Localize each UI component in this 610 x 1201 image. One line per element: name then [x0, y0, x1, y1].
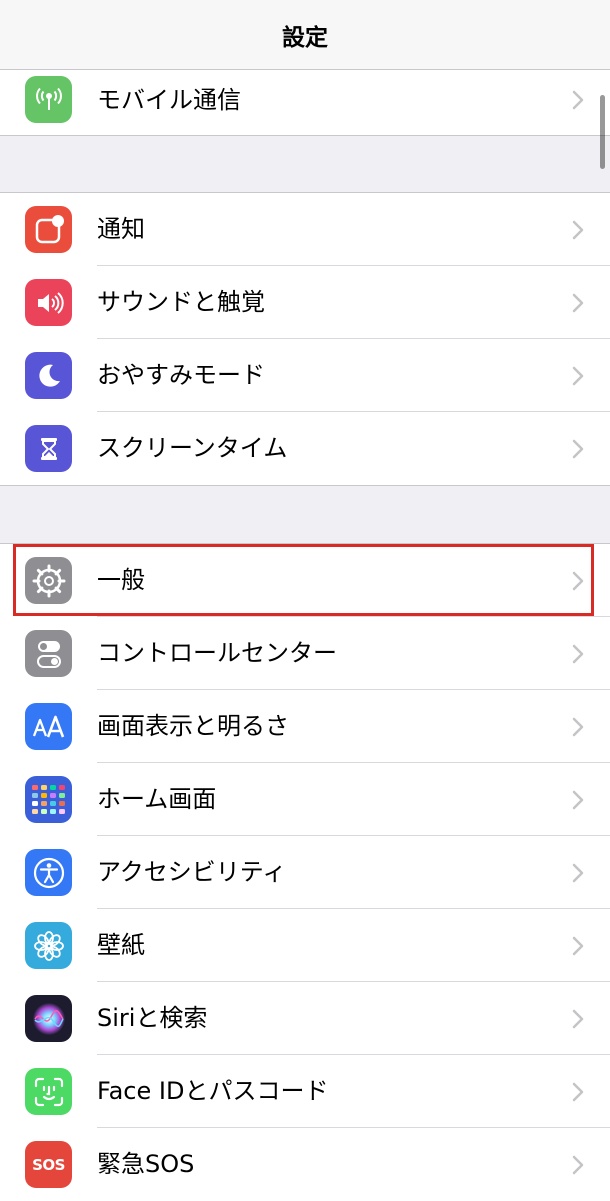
- settings-row-label: 壁紙: [97, 931, 145, 959]
- chevron-right-icon: [572, 790, 584, 810]
- settings-row-label: Face IDとパスコード: [97, 1077, 329, 1105]
- text-size-icon: [25, 703, 72, 750]
- speaker-icon: [25, 279, 72, 326]
- settings-row-label: 通知: [97, 215, 145, 243]
- settings-row-label: ホーム画面: [97, 785, 217, 813]
- settings-row-do-not-disturb[interactable]: おやすみモード: [0, 339, 610, 412]
- flower-icon: [25, 922, 72, 969]
- settings-row-label: おやすみモード: [97, 361, 265, 389]
- settings-row-label: 緊急SOS: [97, 1150, 195, 1178]
- navigation-bar: 設定: [0, 0, 610, 70]
- settings-row-home-screen[interactable]: ホーム画面: [0, 763, 610, 836]
- siri-icon: [25, 995, 72, 1042]
- chevron-right-icon: [572, 936, 584, 956]
- sos-icon-text: SOS: [32, 1155, 65, 1174]
- settings-row-wallpaper[interactable]: 壁紙: [0, 909, 610, 982]
- moon-icon: [25, 352, 72, 399]
- face-id-icon: [25, 1068, 72, 1115]
- settings-row-face-id[interactable]: Face IDとパスコード: [0, 1055, 610, 1128]
- settings-row-notifications[interactable]: 通知: [0, 193, 610, 266]
- chevron-right-icon: [572, 439, 584, 459]
- hourglass-icon: [25, 425, 72, 472]
- gear-icon: [25, 557, 72, 604]
- settings-row-label: 画面表示と明るさ: [97, 712, 289, 740]
- settings-row-sounds[interactable]: サウンドと触覚: [0, 266, 610, 339]
- settings-row-siri-search[interactable]: Siriと検索: [0, 982, 610, 1055]
- chevron-right-icon: [572, 717, 584, 737]
- chevron-right-icon: [572, 1009, 584, 1029]
- settings-group-general: 一般 コントロールセンター 画面表示と明るさ ホーム画面 アクセシビリティ 壁紙…: [0, 543, 610, 1201]
- settings-row-general[interactable]: 一般: [0, 544, 610, 617]
- settings-row-label: スクリーンタイム: [97, 434, 288, 462]
- settings-group-cellular: モバイル通信: [0, 70, 610, 136]
- app-grid-icon: [25, 776, 72, 823]
- scroll-indicator[interactable]: [600, 95, 605, 169]
- settings-row-display-brightness[interactable]: 画面表示と明るさ: [0, 690, 610, 763]
- chevron-right-icon: [572, 366, 584, 386]
- settings-row-control-center[interactable]: コントロールセンター: [0, 617, 610, 690]
- settings-row-label: モバイル通信: [97, 86, 241, 114]
- chevron-right-icon: [572, 220, 584, 240]
- settings-row-cellular[interactable]: モバイル通信: [0, 70, 610, 135]
- settings-row-label: Siriと検索: [97, 1004, 208, 1032]
- antenna-icon: [25, 76, 72, 123]
- accessibility-icon: [25, 849, 72, 896]
- settings-row-label: コントロールセンター: [97, 639, 337, 667]
- settings-row-label: 一般: [97, 566, 145, 594]
- toggles-icon: [25, 630, 72, 677]
- chevron-right-icon: [572, 1082, 584, 1102]
- settings-row-emergency-sos[interactable]: SOS 緊急SOS: [0, 1128, 610, 1201]
- chevron-right-icon: [572, 571, 584, 591]
- page-title: 設定: [282, 24, 328, 51]
- chevron-right-icon: [572, 644, 584, 664]
- chevron-right-icon: [572, 1155, 584, 1175]
- settings-row-label: サウンドと触覚: [97, 288, 265, 316]
- settings-row-accessibility[interactable]: アクセシビリティ: [0, 836, 610, 909]
- sos-icon: SOS: [25, 1141, 72, 1188]
- chevron-right-icon: [572, 863, 584, 883]
- settings-group-notifications: 通知 サウンドと触覚 おやすみモード スクリーンタイム: [0, 192, 610, 486]
- notification-icon: [25, 206, 72, 253]
- chevron-right-icon: [572, 293, 584, 313]
- settings-row-screen-time[interactable]: スクリーンタイム: [0, 412, 610, 485]
- chevron-right-icon: [572, 90, 584, 110]
- settings-row-label: アクセシビリティ: [97, 858, 287, 886]
